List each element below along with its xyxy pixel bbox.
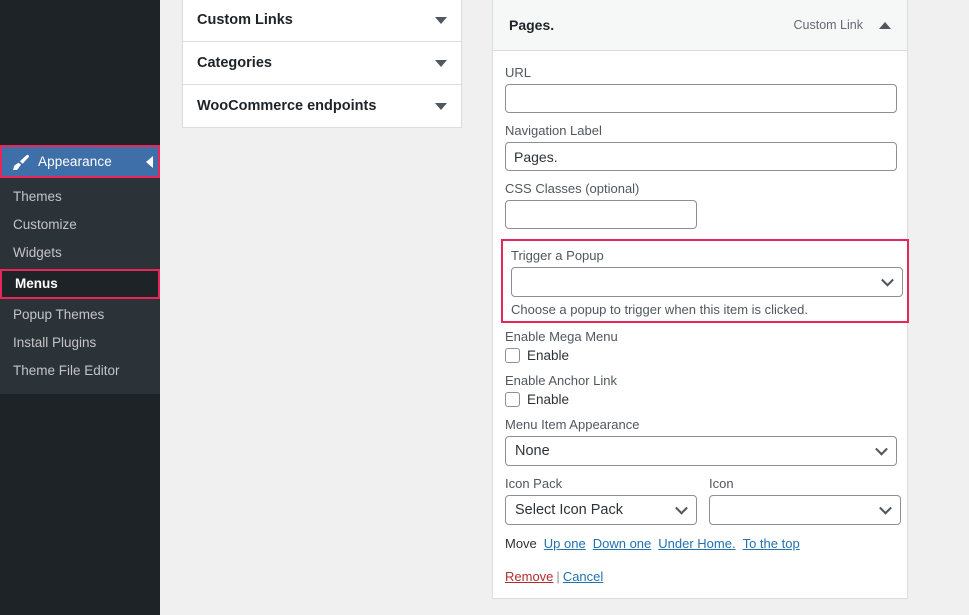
icon-select[interactable] [709,495,901,525]
css-classes-label: CSS Classes (optional) [505,181,895,196]
cancel-link[interactable]: Cancel [563,569,603,584]
chevron-down-icon[interactable] [435,60,447,67]
field-anchor-link: Enable Anchor Link Enable [505,373,895,407]
mega-menu-checkbox[interactable] [505,348,520,363]
chevron-down-icon [675,502,688,515]
page-title: Pages. [509,17,554,33]
icon-label: Icon [709,476,901,491]
field-navigation-label: Navigation Label [505,123,895,171]
admin-sidebar: Appearance Themes Customize Widgets Menu… [0,0,160,615]
menu-item-settings-panel: Pages. Custom Link URL Navigation Label … [492,0,908,599]
paintbrush-icon [11,154,31,170]
chevron-down-icon [875,443,888,456]
accordion-title: WooCommerce endpoints [197,98,376,114]
sidebar-item-install-plugins[interactable]: Install Plugins [0,329,160,357]
icon-pack-value: Select Icon Pack [515,502,623,518]
sidebar-item-widgets[interactable]: Widgets [0,239,160,267]
chevron-down-icon [881,274,894,287]
field-css-classes: CSS Classes (optional) [505,181,895,229]
panel-body: URL Navigation Label CSS Classes (option… [493,51,907,598]
css-classes-input[interactable] [505,200,697,229]
menu-item-appearance-value: None [515,443,550,459]
menu-item-appearance-select[interactable]: None [505,436,897,466]
chevron-down-icon [879,502,892,515]
icon-pack-select[interactable]: Select Icon Pack [505,495,697,525]
accordion-title: Categories [197,55,272,71]
trigger-popup-highlight-box: Trigger a Popup Choose a popup to trigge… [501,239,909,323]
navigation-label-input[interactable] [505,142,897,171]
appearance-highlight-box: Appearance [0,145,160,178]
chevron-down-icon[interactable] [435,17,447,24]
move-label: Move [505,536,537,551]
mega-menu-checkbox-row[interactable]: Enable [505,348,895,363]
trigger-popup-help-text: Choose a popup to trigger when this item… [511,302,899,317]
menu-item-appearance-label: Menu Item Appearance [505,417,895,432]
wordpress-admin-screen: Appearance Themes Customize Widgets Menu… [0,0,969,615]
move-to-top-link[interactable]: To the top [743,536,800,551]
move-under-home-link[interactable]: Under Home. [658,536,735,551]
panel-actions-row: Remove| Cancel [505,569,895,584]
icon-pack-label: Icon Pack [505,476,697,491]
accordion-panel-woocommerce-endpoints[interactable]: WooCommerce endpoints [182,84,462,128]
menus-highlight-box: Menus [0,269,160,299]
remove-link[interactable]: Remove [505,569,553,584]
field-icon: Icon [709,476,901,525]
panel-header[interactable]: Pages. Custom Link [493,0,907,51]
move-up-one-link[interactable]: Up one [544,536,586,551]
sidebar-item-theme-file-editor[interactable]: Theme File Editor [0,357,160,385]
chevron-down-icon[interactable] [435,103,447,110]
field-mega-menu: Enable Mega Menu Enable [505,329,895,363]
trigger-popup-select[interactable] [511,267,903,297]
accordion-panel-custom-links[interactable]: Custom Links [182,0,462,42]
mega-menu-checkbox-label: Enable [527,348,569,363]
menu-item-type-label: Custom Link [794,18,863,32]
sidebar-item-appearance-label: Appearance [38,154,112,169]
anchor-link-label: Enable Anchor Link [505,373,895,388]
sidebar-item-customize[interactable]: Customize [0,211,160,239]
sidebar-item-appearance[interactable]: Appearance [2,147,158,176]
field-url: URL [505,65,895,113]
actions-separator: | [556,569,559,584]
sidebar-item-themes[interactable]: Themes [0,183,160,211]
accordion-panel-categories[interactable]: Categories [182,41,462,85]
left-triangle-icon[interactable] [146,156,153,168]
field-menu-item-appearance: Menu Item Appearance None [505,417,895,466]
accordion-title: Custom Links [197,12,293,28]
url-label: URL [505,65,895,80]
appearance-submenu: Themes Customize Widgets Menus Popup The… [0,178,160,394]
chevron-up-icon[interactable] [879,22,891,29]
sidebar-item-menus[interactable]: Menus [2,271,158,297]
move-row: Move Up one Down one Under Home. To the … [505,536,895,551]
move-down-one-link[interactable]: Down one [593,536,652,551]
icon-fields-row: Icon Pack Select Icon Pack Icon [505,476,895,525]
menu-item-source-accordion: Custom Links Categories WooCommerce endp… [182,0,462,128]
navigation-label-label: Navigation Label [505,123,895,138]
anchor-link-checkbox-label: Enable [527,392,569,407]
sidebar-bottom-filler [0,394,160,615]
anchor-link-checkbox[interactable] [505,392,520,407]
sidebar-top-filler [0,0,160,145]
panel-header-right: Custom Link [794,18,891,32]
url-input[interactable] [505,84,897,113]
sidebar-item-popup-themes[interactable]: Popup Themes [0,301,160,329]
trigger-popup-label: Trigger a Popup [511,248,899,263]
field-icon-pack: Icon Pack Select Icon Pack [505,476,697,525]
mega-menu-label: Enable Mega Menu [505,329,895,344]
anchor-link-checkbox-row[interactable]: Enable [505,392,895,407]
